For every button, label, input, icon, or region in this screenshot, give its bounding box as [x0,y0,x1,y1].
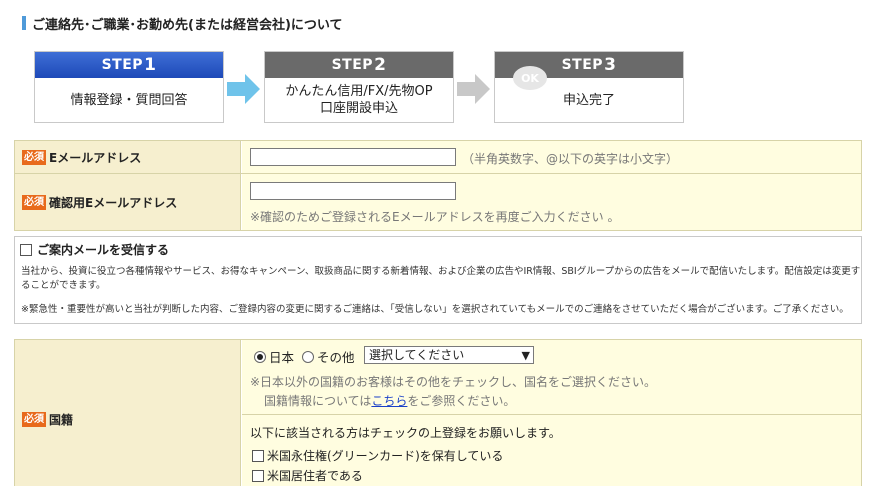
green-card-checkbox[interactable] [252,449,264,462]
email-input[interactable] [250,148,456,166]
step-1-header: STEP 1 [35,52,223,78]
country-select-value: 選択してください [369,348,465,362]
step-3-label: STEP [561,57,604,73]
step-2-number: 2 [374,55,387,75]
mail-opt-in-label: ご案内メールを受信する [37,243,170,257]
nationality-value-cell: 日本 その他 選択してください ▼ ※日本以外の国籍のお客様はその他をチェックし… [242,340,861,486]
required-badge: 必須 [22,411,46,427]
radio-japan[interactable] [254,350,266,363]
radio-other[interactable] [302,350,315,363]
country-select[interactable]: 選択してください ▼ [364,346,534,364]
nationality-info-link[interactable]: こちら [371,394,407,408]
step-2: STEP 2 かんたん信用/FX/先物OP 口座開設申込 [264,51,454,123]
green-card-option: 米国永住権(グリーンカード)を保有している [252,447,503,464]
nationality-note-2-before: 国籍情報については [264,394,372,408]
step-arrow-1-icon [227,74,260,104]
email-row: 必須 Eメールアドレス （半角英数字、@以下の英字は小文字） [14,140,862,174]
step-1: STEP 1 情報登録・質問回答 [34,51,224,123]
step-2-text-line2: 口座開設申込 [319,101,398,116]
check-intro: 以下に該当される方はチェックの上登録をお願いします。 [250,426,561,440]
section-title: ご連絡先･ご職業･お勤め先(または経営会社)について [22,14,343,33]
step-2-label: STEP [331,57,374,73]
radio-other-label: その他 [317,350,355,365]
mail-opt-in-desc-1: 当社から、投資に役立つ各種情報やサービス、お得なキャンペーン、取扱商品に関する新… [21,266,861,277]
nationality-label: 必須 国籍 [15,340,241,486]
step-1-text: 情報登録・質問回答 [70,92,188,108]
mail-opt-in-title: ご案内メールを受信する [20,241,169,258]
us-resident-label: 米国居住者である [267,469,363,483]
nationality-label-text: 国籍 [49,412,74,427]
email-confirm-label-text: 確認用Eメールアドレス [49,195,178,210]
nationality-row: 必須 国籍 日本 その他 選択してください ▼ ※日本以外の国籍のお客様はその他… [14,339,862,486]
email-label-text: Eメールアドレス [49,150,142,165]
step-1-label: STEP [101,57,144,73]
step-2-text: かんたん信用/FX/先物OP 口座開設申込 [265,78,453,122]
step-1-number: 1 [144,55,157,75]
nationality-note-2-after: をご参照ください。 [407,394,516,408]
chevron-down-icon: ▼ [521,349,530,362]
title-bar-icon [22,16,26,30]
radio-japan-label: 日本 [269,350,295,365]
nationality-radios: 日本 その他 [254,347,355,366]
step-2-text-line1: かんたん信用/FX/先物OP [285,84,433,99]
email-confirm-input[interactable] [250,182,456,200]
nationality-divider [242,414,861,415]
mail-opt-in-desc-2: ることができます。 [21,280,106,291]
step-2-header: STEP 2 [265,52,453,78]
mail-opt-in-box: ご案内メールを受信する 当社から、投資に役立つ各種情報やサービス、お得なキャンペ… [14,236,862,324]
step-3: STEP 3 申込完了 OK [494,51,684,123]
section-title-text: ご連絡先･ご職業･お勤め先(または経営会社)について [32,17,343,33]
email-confirm-note: ※確認のためご登録されるEメールアドレスを再度ご入力ください 。 [250,210,620,224]
green-card-label: 米国永住権(グリーンカード)を保有している [267,449,504,463]
us-resident-option: 米国居住者である [252,467,363,484]
email-note: （半角英数字、@以下の英字は小文字） [462,152,679,166]
email-confirm-label: 必須 確認用Eメールアドレス [15,174,241,230]
required-badge: 必須 [22,194,46,210]
email-label: 必須 Eメールアドレス [15,141,241,173]
nationality-note-1: ※日本以外の国籍のお客様はその他をチェックし、国名をご選択ください。 [250,375,657,389]
us-resident-checkbox[interactable] [252,469,264,482]
mail-opt-in-desc-3: ※緊急性・重要性が高いと当社が判断した内容、ご登録内容の変更に関するご連絡は、「… [21,304,849,315]
ok-icon: OK [513,66,547,90]
required-badge: 必須 [22,149,46,165]
email-value-cell: （半角英数字、@以下の英字は小文字） [242,141,861,173]
step-arrow-2-icon [457,74,490,104]
nationality-note-2: 国籍情報についてはこちらをご参照ください。 [264,392,515,409]
mail-opt-in-checkbox[interactable] [20,243,32,256]
step-3-number: 3 [604,55,617,75]
email-confirm-value-cell: ※確認のためご登録されるEメールアドレスを再度ご入力ください 。 [242,174,861,230]
email-confirm-row: 必須 確認用Eメールアドレス ※確認のためご登録されるEメールアドレスを再度ご入… [14,173,862,231]
